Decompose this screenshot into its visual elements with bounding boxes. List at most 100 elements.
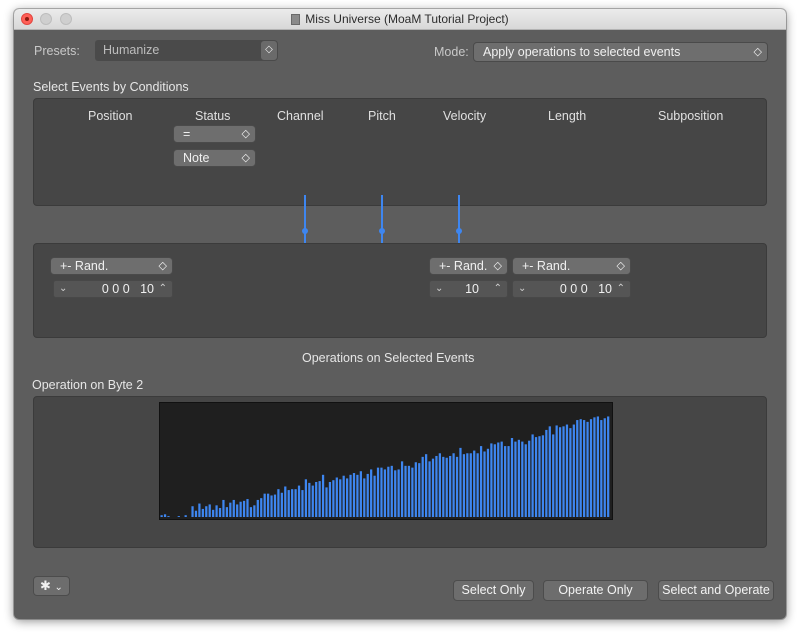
- byte2-bar[interactable]: [534, 437, 538, 517]
- byte2-bar[interactable]: [486, 448, 490, 517]
- byte2-bar[interactable]: [490, 443, 493, 517]
- byte2-bar[interactable]: [321, 474, 325, 517]
- chevron-down-icon[interactable]: ⌄: [435, 281, 443, 297]
- byte2-bar[interactable]: [201, 508, 204, 517]
- byte2-bar[interactable]: [596, 416, 599, 517]
- byte2-bar[interactable]: [394, 470, 397, 517]
- byte2-bar[interactable]: [277, 489, 280, 517]
- byte2-bar[interactable]: [425, 454, 428, 517]
- byte2-bar[interactable]: [232, 499, 235, 517]
- byte2-bar[interactable]: [380, 467, 383, 517]
- byte2-bar[interactable]: [407, 465, 411, 517]
- byte2-bar[interactable]: [586, 421, 589, 517]
- byte2-bar[interactable]: [528, 440, 531, 517]
- byte2-bar[interactable]: [335, 477, 338, 518]
- byte2-bar[interactable]: [510, 438, 514, 517]
- byte2-bar[interactable]: [466, 453, 469, 517]
- byte2-bar[interactable]: [198, 503, 201, 517]
- byte2-bar[interactable]: [473, 450, 476, 517]
- byte2-bar[interactable]: [428, 461, 431, 517]
- byte2-bar[interactable]: [383, 469, 387, 517]
- byte2-bar[interactable]: [455, 456, 459, 517]
- byte2-bar[interactable]: [177, 516, 180, 517]
- byte2-bar[interactable]: [517, 439, 520, 517]
- byte2-bar[interactable]: [462, 454, 466, 517]
- byte2-bar[interactable]: [572, 424, 575, 517]
- byte2-bar[interactable]: [497, 442, 500, 518]
- byte2-bar[interactable]: [184, 515, 187, 517]
- byte2-bar[interactable]: [589, 419, 593, 517]
- byte2-bar[interactable]: [194, 510, 198, 517]
- byte2-bar[interactable]: [521, 441, 524, 517]
- byte2-bar[interactable]: [356, 474, 359, 517]
- velocity-value-stepper[interactable]: ⌄ 10 ⌃: [429, 280, 508, 298]
- byte2-bar[interactable]: [339, 479, 342, 517]
- chevron-up-icon[interactable]: ⌃: [617, 281, 625, 297]
- byte2-bar[interactable]: [266, 493, 270, 517]
- byte2-bar[interactable]: [558, 427, 562, 517]
- byte2-bar[interactable]: [167, 516, 170, 517]
- select-only-button[interactable]: Select Only: [453, 580, 534, 601]
- byte2-bar[interactable]: [376, 467, 380, 517]
- byte2-bar[interactable]: [569, 428, 572, 517]
- byte2-bar[interactable]: [452, 453, 455, 517]
- position-operation-popup[interactable]: +- Rand. ◇: [50, 257, 173, 275]
- byte2-bar[interactable]: [438, 453, 441, 517]
- position-value-stepper[interactable]: ⌄ 0 0 0 10 ⌃: [53, 280, 173, 298]
- byte2-bar[interactable]: [253, 505, 256, 517]
- byte2-chart-area[interactable]: [159, 402, 613, 520]
- byte2-bar[interactable]: [531, 434, 534, 517]
- byte2-bar[interactable]: [270, 495, 273, 517]
- byte2-bar[interactable]: [249, 507, 253, 517]
- byte2-bar[interactable]: [294, 489, 297, 517]
- length-value-stepper[interactable]: ⌄ 0 0 0 10 ⌃: [512, 280, 631, 298]
- byte2-bar[interactable]: [400, 461, 404, 517]
- length-operation-popup[interactable]: +- Rand. ◇: [512, 257, 631, 275]
- byte2-bar[interactable]: [242, 500, 246, 517]
- byte2-bar[interactable]: [545, 429, 548, 517]
- status-operator-popup[interactable]: = ◇: [173, 125, 256, 143]
- chevron-up-icon[interactable]: ⌃: [159, 281, 167, 297]
- mode-popup[interactable]: Apply operations to selected events ◇: [473, 42, 768, 62]
- byte2-bar[interactable]: [565, 424, 569, 517]
- byte2-bar[interactable]: [280, 492, 283, 517]
- byte2-bar[interactable]: [603, 418, 606, 517]
- byte2-bar[interactable]: [421, 456, 424, 517]
- byte2-bar[interactable]: [418, 463, 421, 517]
- byte2-bar[interactable]: [163, 514, 167, 517]
- byte2-bar[interactable]: [325, 487, 328, 517]
- byte2-bar[interactable]: [260, 498, 263, 517]
- select-and-operate-button[interactable]: Select and Operate: [658, 580, 774, 601]
- presets-field[interactable]: Humanize: [95, 40, 270, 61]
- byte2-bar[interactable]: [315, 481, 318, 517]
- byte2-bar[interactable]: [483, 451, 486, 517]
- byte2-bar[interactable]: [500, 441, 503, 517]
- byte2-bar[interactable]: [328, 481, 332, 517]
- byte2-bar[interactable]: [404, 465, 407, 517]
- velocity-operation-popup[interactable]: +- Rand. ◇: [429, 257, 508, 275]
- byte2-bar[interactable]: [479, 446, 483, 517]
- settings-menu-button[interactable]: ✱ ⌄: [33, 576, 70, 596]
- byte2-bar[interactable]: [318, 481, 321, 517]
- byte2-bar[interactable]: [387, 466, 390, 517]
- byte2-bar[interactable]: [476, 453, 479, 517]
- byte2-bar[interactable]: [160, 515, 163, 517]
- byte2-bar[interactable]: [431, 458, 435, 517]
- byte2-bar[interactable]: [397, 469, 400, 517]
- byte2-bar[interactable]: [373, 475, 376, 517]
- byte2-bar[interactable]: [222, 499, 225, 517]
- byte2-bar[interactable]: [504, 446, 507, 517]
- presets-stepper[interactable]: ◇: [260, 40, 278, 61]
- byte2-bar[interactable]: [208, 504, 211, 517]
- byte2-bar[interactable]: [239, 501, 242, 517]
- byte2-bar[interactable]: [541, 435, 545, 517]
- byte2-bar[interactable]: [579, 419, 582, 517]
- byte2-bar[interactable]: [524, 444, 527, 517]
- byte2-bar[interactable]: [256, 499, 259, 517]
- byte2-bar[interactable]: [555, 425, 558, 517]
- byte2-bar[interactable]: [218, 508, 222, 517]
- byte2-bar[interactable]: [514, 441, 517, 517]
- byte2-bar[interactable]: [390, 465, 393, 517]
- byte2-bar[interactable]: [332, 480, 335, 517]
- byte2-bar[interactable]: [370, 469, 373, 517]
